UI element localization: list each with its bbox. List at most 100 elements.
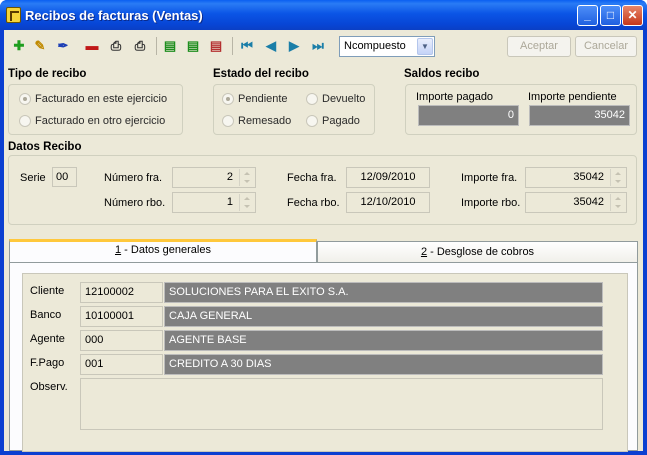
banco-code-field[interactable]: 10100001 [80, 306, 163, 327]
observ-textarea[interactable] [80, 378, 603, 430]
list-remove-icon: ▤ [209, 38, 223, 53]
numero-fra-value: 2 [226, 171, 233, 183]
list-add-icon: ▤ [186, 38, 200, 53]
radio-label: Facturado en este ejercicio [35, 93, 168, 105]
tab-desglose-cobros[interactable]: 2 - Desglose de cobros [317, 241, 638, 263]
radio-label: Devuelto [322, 93, 366, 105]
tipo-recibo-group: Facturado en este ejercicio Facturado en… [8, 84, 183, 135]
list-button[interactable]: ▤ [160, 36, 180, 56]
spinner-icon[interactable] [610, 169, 625, 186]
delete-record-button[interactable]: ▬ [82, 36, 102, 56]
datos-generales-frame: Cliente 12100002 SOLUCIONES PARA EL EXIT… [22, 273, 628, 452]
importe-fra-label: Importe fra. [461, 172, 518, 184]
edit-record-button[interactable]: ✎ [30, 36, 50, 56]
importe-fra-field[interactable]: 35042 [525, 167, 627, 188]
radio-remesado[interactable]: Remesado [222, 115, 291, 127]
cliente-code-field[interactable]: 12100002 [80, 282, 163, 303]
plus-icon: ✚ [13, 38, 25, 53]
radio-dot [19, 115, 31, 127]
maximize-button[interactable]: □ [600, 5, 621, 26]
tab-label: - Datos generales [121, 244, 211, 256]
edit-alt-button[interactable]: ✒ [53, 36, 73, 56]
close-button[interactable]: ✕ [622, 5, 643, 26]
print-preview-button[interactable]: ⎙ [130, 36, 150, 56]
mode-select-value: Ncompuesto [344, 40, 406, 52]
radio-dot [222, 93, 234, 105]
chevron-down-icon[interactable]: ▼ [417, 38, 433, 55]
importe-pagado-label: Importe pagado [416, 91, 494, 103]
radio-label: Facturado en otro ejercicio [35, 115, 166, 127]
agente-name-field: AGENTE BASE [164, 330, 603, 351]
radio-facturado-este-ejercicio[interactable]: Facturado en este ejercicio [19, 93, 167, 105]
print-button[interactable]: ⎙ [106, 36, 126, 56]
importe-rbo-label: Importe rbo. [461, 197, 521, 209]
cancel-button[interactable]: Cancelar [575, 36, 637, 57]
datos-recibo-group: Serie 00 Número fra. 2 Número rbo. 1 Fec… [8, 155, 637, 225]
numero-fra-label: Número fra. [104, 172, 163, 184]
list-remove-button[interactable]: ▤ [206, 36, 226, 56]
app-icon [6, 7, 21, 23]
window-title: Recibos de facturas (Ventas) [25, 8, 203, 23]
fecha-fra-label: Fecha fra. [287, 172, 337, 184]
list-icon: ▤ [163, 38, 177, 53]
estado-recibo-group: Pendiente Devuelto Remesado Pagado [213, 84, 375, 135]
fecha-rbo-label: Fecha rbo. [287, 197, 340, 209]
radio-devuelto[interactable]: Devuelto [306, 93, 365, 105]
importe-pendiente-field: 35042 [529, 105, 630, 126]
tab-label: - Desglose de cobros [427, 246, 535, 258]
saldos-recibo-title: Saldos recibo [404, 68, 480, 80]
radio-facturado-otro-ejercicio[interactable]: Facturado en otro ejercicio [19, 115, 165, 127]
printer-icon: ⎙ [110, 38, 122, 53]
radio-pendiente[interactable]: Pendiente [222, 93, 288, 105]
radio-dot [19, 93, 31, 105]
fpago-label: F.Pago [30, 357, 65, 369]
add-record-button[interactable]: ✚ [9, 36, 29, 56]
tab-panel-datos-generales: Cliente 12100002 SOLUCIONES PARA EL EXIT… [9, 262, 638, 452]
cliente-name-field: SOLUCIONES PARA EL EXITO S.A. [164, 282, 603, 303]
fecha-rbo-field[interactable]: 12/10/2010 [346, 192, 430, 213]
first-record-button[interactable]: ⏮ [237, 36, 257, 56]
fpago-code-field[interactable]: 001 [80, 354, 163, 375]
saldos-recibo-group: Importe pagado Importe pendiente 0 35042 [405, 84, 637, 135]
radio-dot [306, 115, 318, 127]
observ-label: Observ. [30, 381, 68, 393]
importe-pagado-field: 0 [418, 105, 519, 126]
fecha-fra-field[interactable]: 12/09/2010 [346, 167, 430, 188]
fpago-name-field: CREDITO A 30 DIAS [164, 354, 603, 375]
toolbar-separator [156, 37, 157, 55]
radio-label: Remesado [238, 115, 292, 127]
app-window: Recibos de facturas (Ventas) _ □ ✕ ✚ ✎ ✒… [0, 0, 647, 455]
window-client-area: ✚ ✎ ✒ ▬ ⎙ ⎙ ▤ ▤ ▤ ⏮ ◀ ▶ ⏭ Ncompuesto ▼ A… [4, 30, 643, 452]
last-record-button[interactable]: ⏭ [308, 36, 328, 56]
accept-button[interactable]: Aceptar [507, 36, 571, 57]
radio-pagado[interactable]: Pagado [306, 115, 360, 127]
radio-label: Pagado [322, 115, 360, 127]
cliente-label: Cliente [30, 285, 65, 297]
radio-label: Pendiente [238, 93, 288, 105]
minimize-button[interactable]: _ [577, 5, 598, 26]
tipo-recibo-title: Tipo de recibo [8, 68, 87, 80]
numero-rbo-label: Número rbo. [104, 197, 166, 209]
next-icon: ▶ [289, 38, 299, 53]
estado-recibo-title: Estado del recibo [213, 68, 309, 80]
agente-label: Agente [30, 333, 65, 345]
importe-rbo-field[interactable]: 35042 [525, 192, 627, 213]
radio-dot [222, 115, 234, 127]
spinner-icon[interactable] [610, 194, 625, 211]
spinner-icon[interactable] [239, 194, 254, 211]
banco-name-field: CAJA GENERAL [164, 306, 603, 327]
next-record-button[interactable]: ▶ [284, 36, 304, 56]
tab-datos-generales[interactable]: 1 - Datos generales [9, 239, 317, 263]
importe-rbo-value: 35042 [573, 196, 604, 208]
mode-select[interactable]: Ncompuesto ▼ [339, 36, 435, 57]
serie-field[interactable]: 00 [52, 167, 77, 187]
list-add-button[interactable]: ▤ [183, 36, 203, 56]
first-icon: ⏮ [241, 38, 253, 53]
spinner-icon[interactable] [239, 169, 254, 186]
toolbar-separator [232, 37, 233, 55]
agente-code-field[interactable]: 000 [80, 330, 163, 351]
numero-fra-field[interactable]: 2 [172, 167, 256, 188]
title-bar[interactable]: Recibos de facturas (Ventas) _ □ ✕ [0, 0, 647, 30]
prev-record-button[interactable]: ◀ [261, 36, 281, 56]
numero-rbo-field[interactable]: 1 [172, 192, 256, 213]
